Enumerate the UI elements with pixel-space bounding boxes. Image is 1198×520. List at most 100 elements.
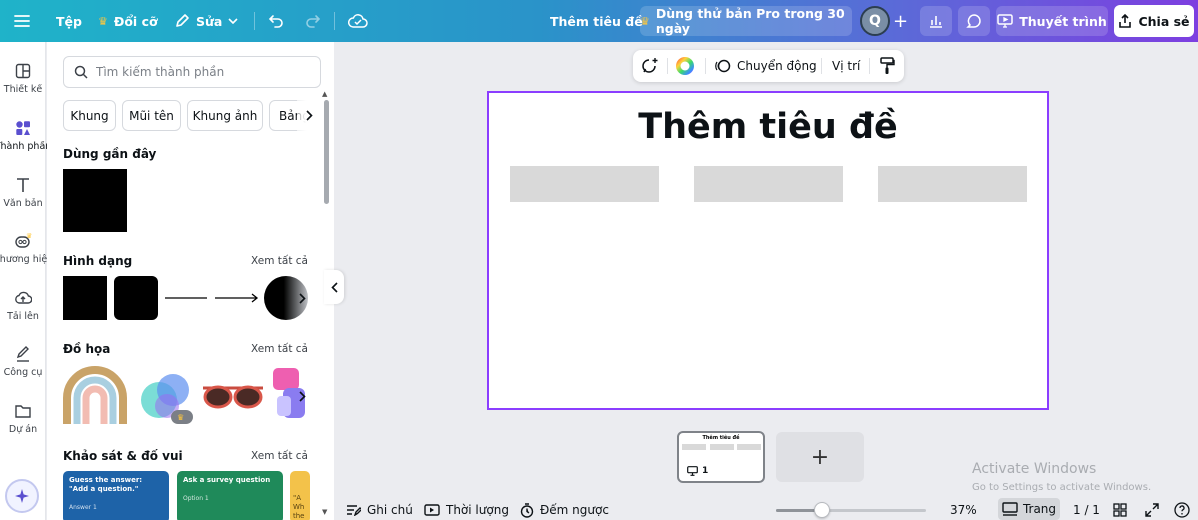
line-shape[interactable] (164, 286, 208, 310)
svg-text:♛: ♛ (177, 413, 184, 422)
magic-assistant-button[interactable] (5, 479, 39, 513)
pro-trial-label: Dùng thử bản Pro trong 30 ngày (655, 6, 845, 36)
notes-button[interactable]: Ghi chú (346, 500, 413, 520)
document-title[interactable]: Thêm tiêu đề (550, 0, 643, 42)
animate-label: Chuyển động (737, 59, 817, 73)
timer-button[interactable]: Đếm ngược (520, 500, 609, 520)
page-thumbnail[interactable]: Thêm tiêu đề 1 (677, 431, 765, 483)
survey-see-all-link[interactable]: Xem tất cả (251, 450, 308, 462)
crown-icon: ♛ (640, 14, 650, 28)
panel-scrollbar[interactable] (324, 100, 329, 204)
add-collaborator-icon[interactable]: + (893, 0, 908, 42)
pro-trial-button[interactable]: ♛ Dùng thử bản Pro trong 30 ngày (640, 6, 852, 36)
chip-frames[interactable]: Khung (63, 100, 116, 131)
color-wheel-icon[interactable] (675, 50, 695, 82)
file-menu[interactable]: Tệp (56, 0, 82, 42)
chip-label: Khung ảnh (192, 108, 258, 123)
animate-button[interactable]: Chuyển động (715, 50, 817, 82)
chevron-right-icon[interactable] (293, 387, 311, 405)
watercolor-graphic[interactable]: ♛ (135, 366, 195, 426)
chip-photo-frames[interactable]: Khung ảnh (187, 100, 263, 131)
share-button[interactable]: Chia sẻ (1114, 5, 1194, 37)
scroll-up-icon[interactable]: ▲ (322, 90, 327, 98)
redo-icon[interactable] (305, 0, 321, 42)
paint-roller-icon[interactable] (879, 50, 895, 82)
zoom-label: 37% (950, 503, 977, 517)
layout-icon (14, 62, 32, 80)
rail-item-uploads[interactable]: Tải lên (0, 289, 46, 341)
undo-icon[interactable] (268, 0, 284, 42)
rail-item-brand[interactable]: ♛ Thương hiệu (0, 232, 52, 284)
survey-card[interactable]: Ask a survey question Option 1 (177, 471, 283, 520)
chevron-right-icon[interactable] (293, 289, 311, 307)
rail-item-design[interactable]: Thiết kế (0, 62, 46, 114)
share-icon (1118, 13, 1132, 29)
rounded-square-shape[interactable] (114, 276, 158, 320)
pages-label: Trang (1022, 502, 1057, 516)
zoom-value[interactable]: 37% (950, 500, 977, 520)
rail-item-projects[interactable]: Dự án (0, 402, 46, 454)
present-button[interactable]: Thuyết trình (996, 6, 1108, 36)
graphics-see-all-link[interactable]: Xem tất cả (251, 343, 308, 355)
fullscreen-icon[interactable] (1145, 500, 1159, 520)
thumb-placeholder (710, 444, 734, 450)
chevron-right-icon[interactable] (297, 100, 321, 131)
search-box[interactable] (63, 56, 321, 88)
rainbow-graphic[interactable] (63, 366, 127, 426)
survey-card[interactable]: "A Wh the (290, 471, 310, 520)
zoom-slider-handle[interactable] (814, 502, 830, 518)
recent-black-square[interactable] (63, 169, 127, 232)
sparkle-icon (14, 488, 30, 504)
resize-button[interactable]: ♛ Đổi cỡ (98, 0, 158, 42)
square-shape[interactable] (63, 276, 107, 320)
menu-icon[interactable] (14, 0, 30, 42)
search-input[interactable] (96, 65, 306, 79)
help-icon[interactable] (1174, 500, 1190, 520)
placeholder-box[interactable] (510, 166, 659, 202)
elements-panel: Khung Mũi tên Khung ảnh Bảng Dùng gần đâ… (47, 42, 334, 520)
rail-item-text[interactable]: Văn bản (0, 176, 46, 228)
edit-menu[interactable]: Sửa (174, 0, 238, 42)
sunglasses-graphic[interactable] (201, 380, 265, 412)
rail-item-tools[interactable]: Công cụ (0, 345, 46, 397)
cloud-sync-icon[interactable] (348, 0, 368, 42)
chevron-down-icon (228, 18, 238, 24)
thumb-title: Thêm tiêu đề (702, 435, 740, 441)
presentation-icon (687, 466, 698, 476)
notes-icon (346, 504, 361, 516)
arrow-line-shape[interactable] (214, 286, 260, 310)
slide-page[interactable]: Thêm tiêu đề (487, 91, 1049, 410)
survey-card-sub: Answer 1 (69, 504, 97, 512)
pages-view-button[interactable]: Trang (998, 498, 1060, 520)
slide-title[interactable]: Thêm tiêu đề (489, 107, 1047, 147)
divider (705, 58, 706, 74)
rail-label: Tải lên (7, 311, 39, 322)
thumb-number: 1 (702, 466, 709, 476)
add-page-button[interactable]: + (776, 432, 864, 482)
analytics-icon[interactable] (920, 6, 952, 36)
placeholder-box[interactable] (878, 166, 1027, 202)
grid-view-icon[interactable] (1113, 500, 1127, 520)
rail-item-elements[interactable]: Thành phần (0, 119, 51, 171)
rail-label: Dự án (8, 424, 38, 435)
survey-card-title: "A Wh the (293, 494, 305, 520)
avatar[interactable]: Q (860, 6, 890, 36)
rail-label: Văn bản (3, 198, 43, 209)
divider (254, 12, 255, 30)
chip-arrows[interactable]: Mũi tên (122, 100, 181, 131)
comment-add-icon[interactable] (641, 50, 659, 82)
survey-card-title: Ask a survey question (183, 476, 271, 484)
zoom-slider-track[interactable] (776, 509, 926, 512)
shapes-see-all-link[interactable]: Xem tất cả (251, 255, 308, 267)
duration-button[interactable]: Thời lượng (424, 500, 509, 520)
survey-card[interactable]: Guess the answer: "Add a question." Answ… (63, 471, 169, 520)
collapse-panel-button[interactable] (324, 270, 344, 304)
position-button[interactable]: Vị trí (832, 50, 860, 82)
scroll-down-icon[interactable]: ▼ (322, 508, 327, 516)
upload-icon (14, 289, 32, 307)
comment-icon[interactable] (958, 6, 990, 36)
text-icon (14, 176, 32, 194)
placeholder-box[interactable] (694, 166, 843, 202)
thumb-placeholder (682, 444, 706, 450)
notes-label: Ghi chú (367, 503, 413, 517)
